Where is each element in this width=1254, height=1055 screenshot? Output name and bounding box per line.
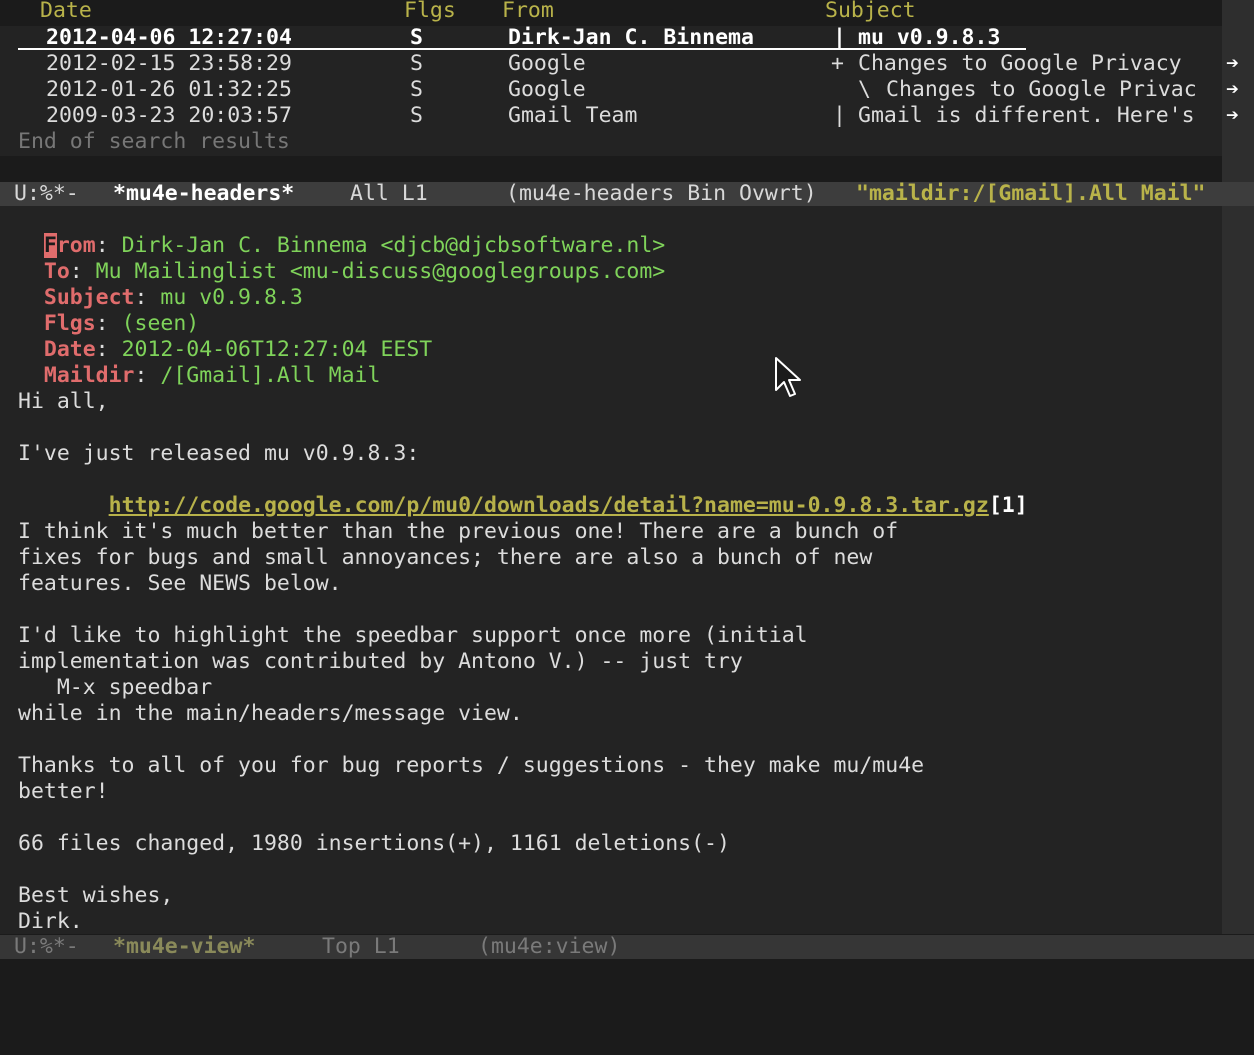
field-value: /[Gmail].All Mail: [160, 363, 381, 388]
row-subject: Changes to Google Privacy: [858, 51, 1182, 76]
end-of-results-text: End of search results: [18, 129, 290, 154]
modeline-position: Top L1: [322, 934, 400, 959]
modeline-modes[interactable]: (mu4e-headers Bin Ovwrt): [506, 182, 817, 206]
field-from: From: Dirk-Jan C. Binnema <djcb@djcbsoft…: [43, 233, 666, 258]
row-from: Google: [508, 51, 586, 76]
body-line: M-x speedbar: [18, 675, 213, 700]
row-subject: Gmail is different. Here's: [858, 103, 1195, 128]
selection-underline: [18, 48, 1026, 50]
body-line: Best wishes,: [18, 883, 174, 908]
row-date: 2009-03-23 20:03:57: [46, 103, 292, 128]
modeline-query: "maildir:/[Gmail].All Mail": [856, 181, 1206, 206]
headers-column-row: Date Flgs From Subject: [0, 0, 1222, 26]
header-row[interactable]: 2012-01-26 01:32:25 S Google \ Changes t…: [0, 77, 1239, 103]
field-date: Date: 2012-04-06T12:27:04 EEST: [43, 337, 433, 362]
body-line: Hi all,: [18, 389, 109, 414]
row-flags: S: [410, 77, 423, 102]
row-flags: S: [410, 51, 423, 76]
mouse-pointer-icon: [775, 357, 801, 397]
row-subject: Changes to Google Privac: [886, 77, 1197, 102]
header-row[interactable]: 2009-03-23 20:03:57 S Gmail Team | Gmail…: [0, 103, 1239, 129]
body-line: I think it's much better than the previo…: [18, 519, 899, 544]
field-maildir: Maildir: /[Gmail].All Mail: [43, 363, 381, 388]
view-modeline[interactable]: U:%*- *mu4e-view* Top L1 (mu4e:view): [0, 935, 1254, 959]
body-line: implementation was contributed by Antono…: [18, 649, 743, 674]
column-date[interactable]: Date: [40, 0, 92, 26]
body-line: fixes for bugs and small annoyances; the…: [18, 545, 873, 570]
row-thread-marker: \: [858, 77, 871, 102]
field-subject: Subject: mu v0.9.8.3: [43, 285, 303, 310]
row-date: 2012-01-26 01:32:25: [46, 77, 292, 102]
end-of-results: End of search results: [0, 129, 1222, 155]
field-to: To: Mu Mailinglist <mu-discuss@googlegro…: [43, 259, 666, 284]
row-date: 2012-02-15 23:58:29: [46, 51, 292, 76]
header-row[interactable]: 2012-02-15 23:58:29 S Google + Changes t…: [0, 51, 1239, 77]
body-line: better!: [18, 779, 109, 804]
body-line: Dirk.: [18, 909, 83, 934]
modeline-status: U:%*-: [14, 181, 79, 206]
field-name: Maildir: [43, 363, 135, 388]
body-line: 66 files changed, 1980 insertions(+), 11…: [18, 831, 730, 856]
body-line: while in the main/headers/message view.: [18, 701, 523, 726]
column-subject[interactable]: Subject: [825, 0, 916, 26]
row-from: Gmail Team: [508, 103, 638, 128]
modeline-modes[interactable]: (mu4e:view): [478, 935, 620, 959]
body-line: I'd like to highlight the speedbar suppo…: [18, 623, 808, 648]
body-line: Thanks to all of you for bug reports / s…: [18, 753, 925, 778]
truncation-arrow-icon: ➔: [1226, 77, 1239, 102]
truncation-arrow-icon: ➔: [1226, 51, 1239, 76]
link-indent: [44, 493, 109, 518]
row-from: Google: [508, 77, 586, 102]
link-footnote-ref[interactable]: [1]: [989, 493, 1028, 518]
modeline-status: U:%*-: [14, 934, 79, 959]
modeline-buffer-name[interactable]: *mu4e-headers*: [113, 182, 294, 206]
minibuffer[interactable]: [0, 960, 1254, 986]
row-thread-marker: |: [833, 103, 846, 128]
truncation-arrow-icon: ➔: [1226, 103, 1239, 128]
column-flags[interactable]: Flgs: [404, 0, 456, 26]
field-flags: Flgs: (seen): [43, 311, 200, 336]
body-line: I've just released mu v0.9.8.3:: [18, 441, 420, 466]
body-link-line: http://code.google.com/p/mu0/downloads/d…: [18, 467, 1028, 518]
view-scrollbar[interactable]: [1222, 206, 1254, 934]
modeline-buffer-name[interactable]: *mu4e-view*: [113, 935, 255, 959]
row-thread-marker: +: [831, 51, 844, 76]
headers-modeline[interactable]: U:%*- *mu4e-headers* All L1 (mu4e-header…: [0, 182, 1254, 206]
modeline-position: All L1: [350, 181, 428, 206]
header-row[interactable]: 2012-04-06 12:27:04 S Dirk-Jan C. Binnem…: [0, 25, 1222, 51]
row-flags: S: [410, 103, 423, 128]
body-line: features. See NEWS below.: [18, 571, 342, 596]
column-from[interactable]: From: [502, 0, 554, 26]
download-link[interactable]: http://code.google.com/p/mu0/downloads/d…: [109, 493, 989, 518]
